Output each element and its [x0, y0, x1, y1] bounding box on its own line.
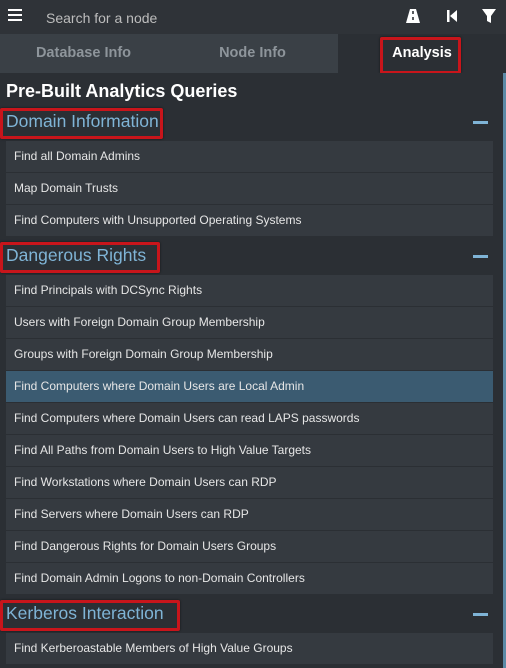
analysis-panel: Pre-Built Analytics Queries Domain Infor…: [0, 73, 506, 668]
tab-node-info[interactable]: Node Info: [167, 34, 338, 73]
query-item[interactable]: Find Servers where Domain Users can RDP: [6, 499, 493, 531]
query-item[interactable]: Users with Foreign Domain Group Membersh…: [6, 307, 493, 339]
query-item[interactable]: Find All Paths from Domain Users to High…: [6, 435, 493, 467]
collapse-icon[interactable]: [473, 255, 488, 258]
filter-icon[interactable]: [481, 8, 497, 24]
query-item-selected[interactable]: Find Computers where Domain Users are Lo…: [6, 371, 493, 403]
query-item[interactable]: Map Domain Trusts: [6, 173, 493, 205]
query-item[interactable]: Find Principals with DCSync Rights: [6, 275, 493, 307]
tab-database-info[interactable]: Database Info: [0, 34, 167, 73]
section-header-dangerous-rights[interactable]: Dangerous Rights: [0, 242, 500, 273]
panel-title: Pre-Built Analytics Queries: [6, 81, 238, 101]
back-icon[interactable]: [444, 8, 460, 24]
query-item[interactable]: Find Computers where Domain Users can re…: [6, 403, 493, 435]
query-list-kerberos-interaction: Find Kerberoastable Members of High Valu…: [6, 633, 493, 665]
tab-analysis[interactable]: Analysis: [338, 34, 506, 73]
query-list-dangerous-rights: Find Principals with DCSync Rights Users…: [6, 275, 493, 595]
query-list-domain-information: Find all Domain Admins Map Domain Trusts…: [6, 141, 493, 237]
collapse-icon[interactable]: [473, 613, 488, 616]
section-title: Kerberos Interaction: [6, 603, 164, 623]
query-item[interactable]: Find Dangerous Rights for Domain Users G…: [6, 531, 493, 563]
collapse-icon[interactable]: [473, 121, 488, 124]
section-header-domain-information[interactable]: Domain Information: [0, 108, 500, 139]
query-item[interactable]: Find Domain Admin Logons to non-Domain C…: [6, 563, 493, 595]
query-item[interactable]: Find Workstations where Domain Users can…: [6, 467, 493, 499]
top-search-bar: [0, 0, 506, 35]
query-item[interactable]: Find Kerberoastable Members of High Valu…: [6, 633, 493, 665]
pathfinding-road-icon[interactable]: [405, 8, 421, 24]
section-title: Domain Information: [6, 111, 159, 131]
section-title: Dangerous Rights: [6, 245, 147, 265]
search-input[interactable]: [36, 4, 388, 32]
tab-bar: Database Info Node Info Analysis: [0, 34, 506, 74]
section-header-kerberos-interaction[interactable]: Kerberos Interaction: [0, 600, 500, 631]
query-item[interactable]: Groups with Foreign Domain Group Members…: [6, 339, 493, 371]
hamburger-menu-icon[interactable]: [8, 9, 22, 23]
query-item[interactable]: Find Computers with Unsupported Operatin…: [6, 205, 493, 237]
query-item[interactable]: Find all Domain Admins: [6, 141, 493, 173]
